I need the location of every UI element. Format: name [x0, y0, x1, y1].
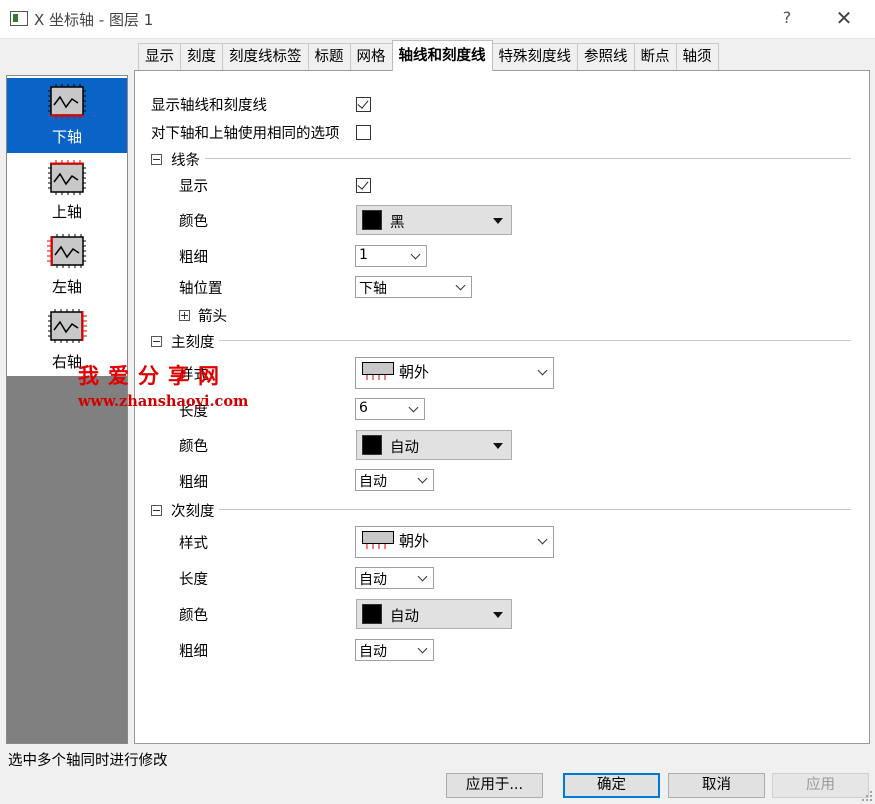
dropdown-arrow-icon: [493, 612, 503, 618]
axis-item-label: 下轴: [51, 128, 82, 146]
status-text: 选中多个轴同时进行修改: [8, 753, 168, 769]
apply-to-button[interactable]: 应用于...: [446, 773, 543, 798]
axis-item-label: 左轴: [51, 278, 82, 296]
axis-item-bottom[interactable]: 下轴: [7, 78, 127, 153]
tab-special-ticks[interactable]: 特殊刻度线: [491, 43, 578, 71]
major-color-value: 自动: [390, 440, 419, 456]
cancel-button[interactable]: 取消: [668, 773, 765, 798]
left-axis-icon: [47, 234, 86, 268]
line-color-select[interactable]: 黑: [356, 205, 512, 235]
arrow-section-title: 箭头: [198, 309, 227, 325]
color-swatch: [362, 604, 382, 624]
bottom-axis-icon: [48, 84, 86, 119]
minor-section-collapse-icon[interactable]: [151, 505, 162, 516]
line-thickness-value: 1: [359, 247, 368, 263]
resize-grip-icon[interactable]: [862, 791, 872, 801]
right-axis-icon: [48, 309, 87, 343]
axis-item-label: 上轴: [51, 203, 82, 221]
window-icon: [10, 11, 28, 26]
section-divider: [219, 509, 851, 510]
chevron-down-icon: [455, 280, 466, 291]
minor-color-value: 自动: [390, 609, 419, 625]
tab-breaks[interactable]: 断点: [633, 43, 677, 71]
dropdown-arrow-icon: [493, 443, 503, 449]
major-thickness-select[interactable]: 自动: [355, 469, 434, 491]
line-section-title: 线条: [171, 153, 200, 169]
tab-reference-lines[interactable]: 参照线: [577, 43, 635, 71]
line-section-collapse-icon[interactable]: [151, 154, 162, 165]
apply-button[interactable]: 应用: [772, 773, 869, 798]
top-axis-icon: [48, 160, 86, 195]
minor-thickness-label: 粗细: [179, 644, 208, 660]
line-show-checkbox[interactable]: [356, 178, 371, 193]
chevron-down-icon: [537, 534, 548, 545]
minor-thickness-select[interactable]: 自动: [355, 639, 434, 661]
show-axis-checkbox[interactable]: [356, 97, 371, 112]
color-swatch: [362, 435, 382, 455]
close-button[interactable]: ✕: [830, 6, 858, 30]
axis-position-select[interactable]: 下轴: [355, 276, 472, 298]
help-button[interactable]: ?: [775, 6, 799, 30]
major-thickness-label: 粗细: [179, 475, 208, 491]
ok-button[interactable]: 确定: [563, 773, 660, 798]
line-show-label: 显示: [179, 179, 208, 195]
minor-color-label: 颜色: [179, 608, 208, 624]
minor-section-title: 次刻度: [171, 504, 215, 520]
major-section-title: 主刻度: [171, 335, 215, 351]
watermark-title: 我爱分享网: [78, 363, 228, 388]
axis-item-top[interactable]: 上轴: [7, 153, 127, 228]
minor-color-select[interactable]: 自动: [356, 599, 512, 629]
minor-thickness-value: 自动: [359, 644, 387, 660]
chevron-down-icon: [417, 643, 428, 654]
minor-style-value: 朝外: [399, 532, 430, 550]
tab-grid[interactable]: 网格: [349, 43, 393, 71]
line-thickness-select[interactable]: 1: [355, 245, 427, 267]
color-swatch: [362, 210, 382, 230]
tick-out-icon: [362, 531, 394, 549]
tab-bar: 显示 刻度 刻度线标签 标题 网格 轴线和刻度线 特殊刻度线 参照线 断点 轴须: [138, 40, 719, 71]
line-thickness-label: 粗细: [179, 250, 208, 266]
major-color-label: 颜色: [179, 439, 208, 455]
major-color-select[interactable]: 自动: [356, 430, 512, 460]
window-title: X 坐标轴 - 图层 1: [34, 11, 154, 29]
major-style-value: 朝外: [399, 363, 430, 381]
chevron-down-icon: [408, 402, 419, 413]
major-length-value: 6: [359, 400, 368, 416]
minor-style-label: 样式: [179, 536, 208, 552]
section-divider: [219, 340, 851, 341]
major-length-select[interactable]: 6: [355, 398, 425, 420]
major-thickness-value: 自动: [359, 474, 387, 490]
axis-list: 下轴 上轴 左轴 右轴: [7, 76, 127, 376]
dropdown-arrow-icon: [493, 218, 503, 224]
axis-item-left[interactable]: 左轴: [7, 228, 127, 303]
tab-scale[interactable]: 刻度: [180, 43, 223, 71]
chevron-down-icon: [417, 571, 428, 582]
axis-position-value: 下轴: [359, 281, 387, 297]
arrow-expand-icon[interactable]: [179, 310, 190, 321]
tab-rug[interactable]: 轴须: [675, 43, 719, 71]
show-axis-label: 显示轴线和刻度线: [151, 98, 267, 114]
chevron-down-icon: [537, 365, 548, 376]
tab-title[interactable]: 标题: [307, 43, 351, 71]
axis-position-label: 轴位置: [179, 281, 223, 297]
same-options-checkbox[interactable]: [356, 125, 371, 140]
chevron-down-icon: [417, 473, 428, 484]
tab-display[interactable]: 显示: [138, 43, 181, 71]
minor-length-value: 自动: [359, 572, 387, 588]
chevron-down-icon: [410, 249, 421, 260]
tick-out-icon: [362, 362, 394, 380]
tab-line-and-ticks[interactable]: 轴线和刻度线: [391, 40, 493, 71]
major-style-select[interactable]: 朝外: [355, 357, 554, 389]
tab-tick-labels[interactable]: 刻度线标签: [222, 43, 309, 71]
minor-length-label: 长度: [179, 572, 208, 588]
minor-style-select[interactable]: 朝外: [355, 526, 554, 558]
watermark-url: www.zhanshaoyi.com: [78, 393, 249, 410]
major-section-collapse-icon[interactable]: [151, 336, 162, 347]
section-divider: [205, 158, 851, 159]
line-color-value: 黑: [390, 215, 405, 231]
line-color-label: 颜色: [179, 214, 208, 230]
title-bar: X 坐标轴 - 图层 1 ? ✕: [0, 0, 875, 39]
same-options-label: 对下轴和上轴使用相同的选项: [151, 126, 340, 142]
minor-length-select[interactable]: 自动: [355, 567, 434, 589]
